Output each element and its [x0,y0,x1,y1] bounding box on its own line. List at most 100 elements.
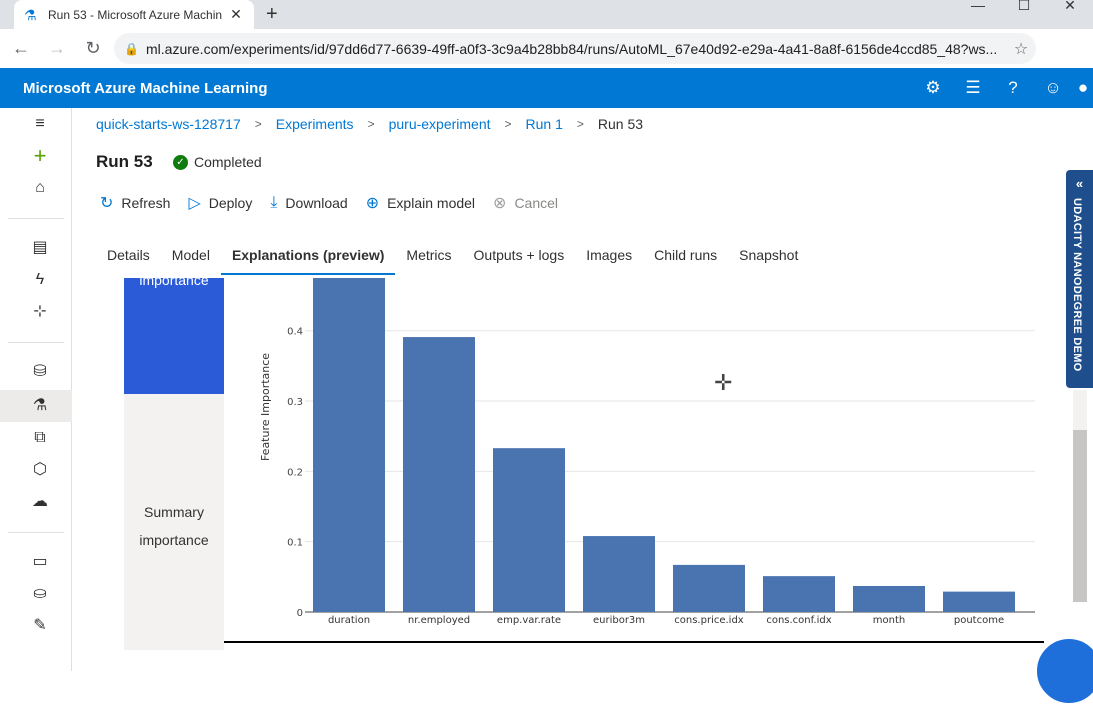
tab-details[interactable]: Details [96,244,161,275]
run-tabs: Details Model Explanations (preview) Met… [96,244,809,275]
bar-nr-employed[interactable] [403,337,475,612]
tab-metrics[interactable]: Metrics [395,244,462,275]
refresh-icon: ↻ [100,195,114,212]
chevron-right-icon: > [504,117,512,131]
hamburger-menu-icon[interactable]: ≡ [30,114,50,134]
close-tab-icon[interactable]: ✕ [228,6,244,23]
notifications-icon[interactable]: ☰ [953,78,993,98]
browser-toolbar: ← → ↻ 🔒 ml.azure.com/experiments/id/97dd… [0,29,1093,88]
chevron-right-icon: > [576,117,584,131]
chat-button[interactable] [1034,636,1093,706]
reload-icon[interactable]: ↻ [78,38,108,59]
download-label: Download [285,195,348,211]
tab-model[interactable]: Model [161,244,221,275]
maximize-icon[interactable]: ☐ [1001,0,1047,29]
home-icon[interactable]: ⌂ [30,178,50,198]
deploy-play-icon: ▷ [188,195,201,212]
udacity-banner-text: UDACITY NANODEGREE DEMO [1071,198,1083,372]
refresh-button[interactable]: ↻ Refresh [100,193,170,213]
chevron-right-icon: > [254,117,262,131]
global-importance-label: importance [139,272,209,288]
global-importance-option[interactable]: importance [124,272,224,394]
explanation-view-selector: importance Summary importance [124,272,224,650]
summary-importance-label-2: importance [139,532,209,548]
panel-bottom-border [224,641,1044,643]
feature-importance-chart: 0 0.1 0.2 0.3 0.4 duration nr.employed emp.var.… [259,278,1035,626]
tab-outputs-logs[interactable]: Outputs + logs [463,244,576,275]
create-new-plus-icon[interactable]: + [30,145,50,167]
summary-importance-option[interactable]: Summary importance [124,498,224,554]
compute-icon[interactable]: ▭ [30,552,50,572]
address-bar[interactable]: 🔒 ml.azure.com/experiments/id/97dd6d77-6… [114,33,1036,64]
x-tick-label: euribor3m [593,615,645,626]
datastores-icon[interactable]: ⛀ [30,584,50,604]
breadcrumb-experiments[interactable]: Experiments [276,116,354,132]
forward-icon[interactable]: → [42,38,72,59]
browser-tab[interactable]: ⚗ Run 53 - Microsoft Azure Machin ✕ [14,0,254,29]
breadcrumb-parent-run[interactable]: Run 1 [526,116,563,132]
x-tick-label: cons.conf.idx [766,615,831,626]
minimize-icon[interactable]: — [955,0,1001,29]
scrollbar-thumb[interactable] [1073,430,1087,602]
x-tick-label: duration [328,615,370,626]
udacity-side-banner[interactable]: « UDACITY NANODEGREE DEMO [1066,170,1093,388]
breadcrumb-experiment[interactable]: puru-experiment [389,116,491,132]
tab-images[interactable]: Images [575,244,643,275]
experiments-flask-icon[interactable]: ⚗ [30,396,50,416]
deploy-button[interactable]: ▷ Deploy [188,193,252,213]
notebooks-icon[interactable]: ▤ [30,238,50,258]
y-tick-label: 0.4 [287,327,303,338]
bar-emp-var-rate[interactable] [493,448,565,612]
tab-explanations[interactable]: Explanations (preview) [220,244,396,275]
bar-duration[interactable] [313,278,385,612]
bar-month[interactable] [853,585,925,612]
models-cube-icon[interactable]: ⬡ [30,460,50,480]
nav-divider [8,218,64,219]
breadcrumb: quick-starts-ws-128717 > Experiments > p… [96,116,643,132]
chart-bars [313,278,1015,612]
x-tick-label: month [873,615,905,626]
explain-model-button[interactable]: ⊕ Explain model [366,193,475,213]
breadcrumb-current: Run 53 [597,116,644,132]
azure-ml-favicon-icon: ⚗ [24,6,37,23]
settings-gear-icon[interactable]: ⚙ [913,78,953,98]
nav-divider [8,342,64,343]
deploy-label: Deploy [208,195,253,211]
check-circle-icon: ✓ [173,154,188,170]
datasets-icon[interactable]: ⛁ [30,362,50,382]
x-tick-label: cons.price.idx [674,615,744,626]
header-actions: ⚙ ☰ ? ☺ ● [913,68,1093,108]
cancel-button[interactable]: ⊗ Cancel [493,193,558,213]
window-controls: — ☐ ✕ [955,0,1093,29]
breadcrumb-workspace[interactable]: quick-starts-ws-128717 [96,116,241,132]
explain-model-label: Explain model [387,195,476,211]
designer-icon[interactable]: ⊹ [30,302,50,322]
new-tab-icon[interactable]: + [266,3,278,26]
automated-ml-icon[interactable]: ϟ [30,270,50,290]
tab-snapshot[interactable]: Snapshot [728,244,809,275]
account-icon[interactable]: ● [1073,78,1093,98]
y-axis-label: Feature Importance [259,353,272,461]
zoom-in-icon: ⊕ [365,195,380,212]
bar-cons-price-idx[interactable] [673,564,745,612]
nav-divider [8,532,64,533]
cancel-label: Cancel [514,195,559,211]
close-window-icon[interactable]: ✕ [1047,0,1093,29]
app-header: Microsoft Azure Machine Learning ⚙ ☰ ? ☺… [0,68,1093,108]
summary-importance-label-1: Summary [144,504,204,520]
bookmark-star-icon[interactable]: ☆ [1006,39,1036,59]
bar-cons-conf-idx[interactable] [763,576,835,612]
endpoints-icon[interactable]: ☁ [30,492,50,512]
pipelines-icon[interactable]: ⧉ [30,428,50,448]
x-tick-label: nr.employed [408,615,470,626]
download-icon: ⤓ [270,194,278,211]
bar-poutcome[interactable] [943,591,1015,612]
download-button[interactable]: ⤓ Download [270,194,347,212]
help-icon[interactable]: ? [993,78,1033,98]
data-labeling-icon[interactable]: ✎ [30,616,50,636]
back-icon[interactable]: ← [6,38,36,59]
feedback-smiley-icon[interactable]: ☺ [1033,78,1073,98]
tab-child-runs[interactable]: Child runs [643,244,728,275]
cancel-x-circle-icon: ⊗ [493,195,507,212]
bar-euribor3m[interactable] [583,536,655,612]
